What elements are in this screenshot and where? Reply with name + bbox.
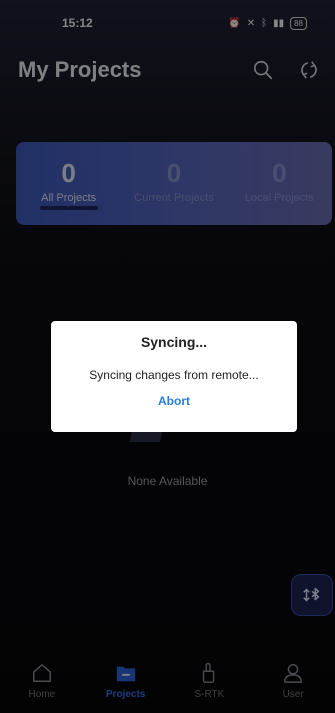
- dialog-message: Syncing changes from remote...: [89, 368, 259, 382]
- abort-button[interactable]: Abort: [158, 394, 190, 408]
- dialog-title: Syncing...: [140, 334, 208, 350]
- syncing-dialog: Syncing... Syncing changes from remote..…: [51, 321, 297, 432]
